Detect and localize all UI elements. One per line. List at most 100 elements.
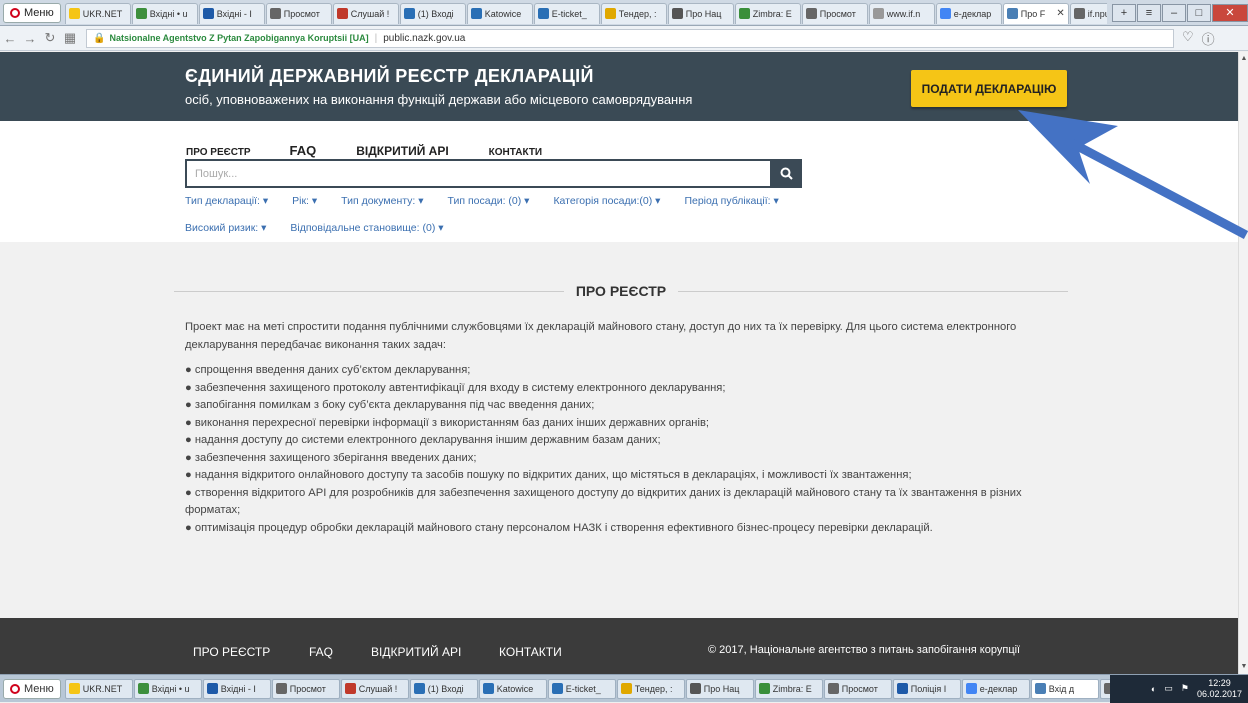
grid-icon[interactable]: ▦	[60, 30, 80, 46]
tab-favicon-icon	[1006, 8, 1018, 19]
nav-contacts[interactable]: КОНТАКТИ	[489, 147, 542, 158]
info-icon[interactable]: ⓘ	[1202, 29, 1215, 48]
taskbar-item[interactable]: Вхід д	[1030, 678, 1099, 699]
taskbar-item[interactable]: Тендер, :	[616, 678, 685, 699]
taskbar-item[interactable]: Вхідні - I	[202, 678, 271, 699]
search-bar	[185, 159, 802, 188]
tab-label: (1) Вході	[417, 8, 454, 19]
taskbar-favicon-icon	[827, 683, 839, 694]
taskbar-item[interactable]: Про Нац	[685, 678, 754, 699]
taskbar-item[interactable]: E-ticket_	[547, 678, 616, 699]
taskbar-item[interactable]: (1) Вході	[409, 678, 478, 699]
submit-declaration-button[interactable]: ПОДАТИ ДЕКЛАРАЦІЮ	[911, 70, 1067, 107]
taskbar-item-label: Вхід д	[1048, 683, 1075, 694]
heart-icon[interactable]: ♡	[1182, 29, 1194, 48]
filter-dropdown[interactable]: Високий ризик: ▾	[185, 222, 266, 234]
tab-favicon-icon	[738, 8, 750, 19]
tab-label: е-деклар	[953, 8, 992, 19]
list-item: ● створення відкритого API для розробник…	[185, 486, 1022, 517]
taskbar-item[interactable]: UKR.NET	[64, 678, 133, 699]
network-icon[interactable]: ▭	[1164, 683, 1173, 694]
taskbar-item[interactable]: Просмот	[271, 678, 340, 699]
list-item: ● забезпечення захищеного зберігання вве…	[185, 451, 477, 464]
filter-dropdown[interactable]: Тип посади: (0) ▾	[448, 195, 530, 207]
browser-tab[interactable]: Вхідні - I	[198, 2, 265, 24]
system-tray: ◐ ▭ ⚑ 12:29 06.02.2017	[1110, 674, 1248, 703]
nav-faq[interactable]: FAQ	[290, 143, 317, 158]
browser-tab[interactable]: Про F ✕	[1002, 2, 1069, 24]
forward-icon[interactable]: →	[20, 31, 40, 46]
page-scrollbar[interactable]: ▲ ▼	[1238, 52, 1248, 674]
footer-faq-link[interactable]: FAQ	[309, 645, 333, 659]
list-item: ● надання відкритого онлайнового доступу…	[185, 469, 912, 481]
tab-menu-button[interactable]: ≡	[1137, 3, 1161, 22]
filter-dropdown[interactable]: Категорія посади:(0) ▾	[553, 195, 660, 207]
opera-menu-button[interactable]: Меню	[3, 2, 61, 23]
browser-tab[interactable]: Просмот	[265, 2, 332, 24]
filter-dropdown[interactable]: Тип декларації: ▾	[185, 195, 268, 207]
browser-tab[interactable]: Просмот	[801, 2, 868, 24]
browser-tab[interactable]: Про Нац	[667, 2, 734, 24]
scroll-up-icon[interactable]: ▲	[1239, 54, 1248, 64]
tab-label: Вхідні - I	[216, 8, 252, 19]
taskbar-item[interactable]: Слушай !	[340, 678, 409, 699]
url-field[interactable]: 🔒 Natsionalne Agentstvo Z Pytan Zapobiga…	[86, 28, 1174, 48]
site-subtitle: осіб, уповноважених на виконання функцій…	[185, 92, 693, 107]
tab-favicon-icon	[336, 8, 348, 19]
tab-close-icon[interactable]: ✕	[1056, 8, 1064, 19]
filter-dropdown[interactable]: Рік: ▾	[292, 195, 317, 207]
footer-contacts-link[interactable]: КОНТАКТИ	[499, 645, 562, 659]
new-tab-button[interactable]: +	[1112, 3, 1136, 22]
nav-about[interactable]: ПРО РЕЄСТР	[186, 147, 251, 158]
section-intro: Проект має на меті спростити подання пуб…	[185, 321, 1017, 351]
tab-label: UKR.NET	[82, 8, 123, 19]
maximize-button[interactable]: □	[1187, 3, 1211, 22]
browser-tab[interactable]: (1) Вході	[399, 2, 466, 24]
taskbar-item[interactable]: Вхідні • u	[133, 678, 202, 699]
reload-icon[interactable]: ↻	[40, 30, 60, 46]
browser-tab[interactable]: www.if.n	[868, 2, 935, 24]
minimize-button[interactable]: –	[1162, 3, 1186, 22]
browser-tab[interactable]: е-деклар	[935, 2, 1002, 24]
browser-tab[interactable]: Тендер, :	[600, 2, 667, 24]
taskbar-opera-button[interactable]: Меню	[3, 678, 61, 699]
browser-tab[interactable]: Zimbra: E	[734, 2, 801, 24]
back-icon[interactable]: ←	[0, 31, 20, 46]
taskbar-favicon-icon	[965, 683, 977, 694]
taskbar-item[interactable]: Поліція I	[892, 678, 961, 699]
footer-api-link[interactable]: ВІДКРИТИЙ API	[371, 645, 461, 659]
taskbar-item[interactable]: if.npu	[1099, 678, 1110, 699]
search-input[interactable]	[185, 159, 770, 188]
filter-dropdown[interactable]: Період публікації: ▾	[684, 195, 778, 207]
scroll-down-icon[interactable]: ▼	[1239, 662, 1248, 672]
taskbar-item[interactable]: е-деклар	[961, 678, 1030, 699]
taskbar-item[interactable]: Katowice	[478, 678, 547, 699]
browser-tab[interactable]: Слушай !	[332, 2, 399, 24]
nav-api[interactable]: ВІДКРИТИЙ API	[356, 144, 448, 158]
tab-favicon-icon	[671, 8, 683, 19]
tab-favicon-icon	[939, 8, 951, 19]
taskbar-favicon-icon	[344, 683, 356, 694]
tab-label: Про F	[1020, 8, 1046, 19]
filter-dropdown[interactable]: Тип документу: ▾	[341, 195, 423, 207]
footer-about-link[interactable]: ПРО РЕЄСТР	[193, 645, 270, 659]
volume-icon[interactable]: ◐	[1151, 684, 1156, 694]
tab-favicon-icon	[537, 8, 549, 19]
taskbar-favicon-icon	[551, 683, 563, 694]
browser-tab[interactable]: UKR.NET	[64, 2, 131, 24]
browser-tab[interactable]: E-ticket_	[533, 2, 600, 24]
browser-tab[interactable]: if.npu.go	[1069, 2, 1107, 24]
clock[interactable]: 12:29 06.02.2017	[1197, 678, 1242, 700]
taskbar-item[interactable]: Просмот	[823, 678, 892, 699]
taskbar-favicon-icon	[413, 683, 425, 694]
search-button[interactable]	[770, 159, 802, 188]
browser-tab[interactable]: Вхідні • u	[131, 2, 198, 24]
tab-favicon-icon	[805, 8, 817, 19]
taskbar-item-label: Katowice	[496, 683, 534, 694]
flag-icon[interactable]: ⚑	[1181, 683, 1189, 694]
close-window-button[interactable]: ✕	[1212, 3, 1248, 22]
browser-tab[interactable]: Katowice	[466, 2, 533, 24]
nav-area: ПРО РЕЄСТР FAQ ВІДКРИТИЙ API КОНТАКТИ Ти…	[0, 121, 1238, 242]
filter-dropdown[interactable]: Відповідальне становище: (0) ▾	[290, 222, 443, 234]
taskbar-item[interactable]: Zimbra: E	[754, 678, 823, 699]
